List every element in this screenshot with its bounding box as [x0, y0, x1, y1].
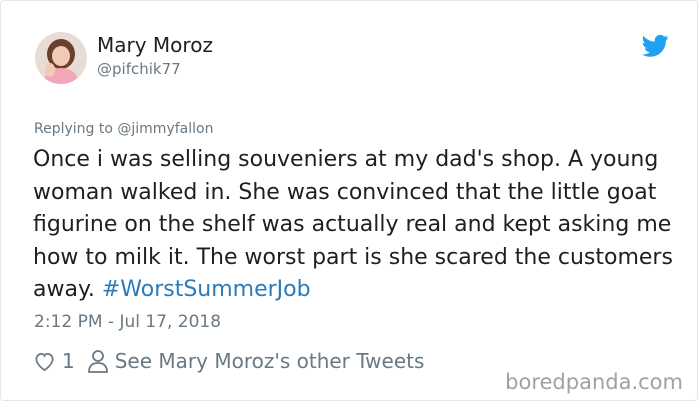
heart-icon[interactable]: [33, 350, 56, 373]
tweet-actions: 1 See Mary Moroz's other Tweets: [33, 347, 424, 375]
tweet-timestamp[interactable]: 2:12 PM - Jul 17, 2018: [34, 312, 221, 332]
tweet-card: Mary Moroz @pifchik77 Replying to @jimmy…: [0, 0, 698, 401]
watermark: boredpanda.com: [505, 370, 683, 394]
author-name[interactable]: Mary Moroz: [97, 33, 213, 57]
person-icon[interactable]: [87, 349, 109, 373]
replying-to: Replying to @jimmyfallon: [34, 121, 213, 137]
other-tweets-link[interactable]: See Mary Moroz's other Tweets: [115, 349, 425, 373]
hashtag-link[interactable]: #WorstSummerJob: [102, 277, 311, 302]
avatar-image: [35, 32, 87, 84]
twitter-bird-icon[interactable]: [642, 34, 669, 58]
avatar[interactable]: [35, 32, 87, 84]
author-handle[interactable]: @pifchik77: [97, 60, 181, 78]
like-count[interactable]: 1: [62, 349, 75, 373]
reply-prefix: Replying to: [34, 121, 113, 137]
tweet-text: Once i was selling souveniers at my dad'…: [33, 144, 673, 307]
reply-to-link[interactable]: @jimmyfallon: [117, 121, 213, 137]
